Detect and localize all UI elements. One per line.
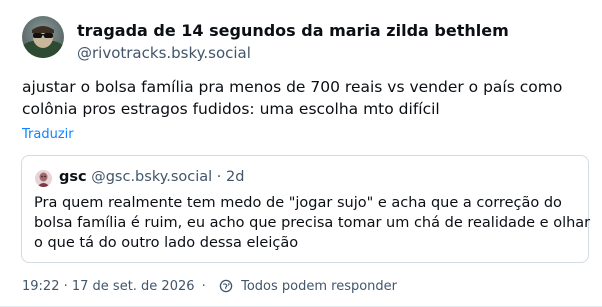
quoted-post[interactable]: gsc @gsc.bsky.social · 2d Pra quem realm…	[21, 155, 591, 263]
post-text-line: colônia pros estragos fudidos: uma escol…	[22, 100, 440, 118]
quote-author-name[interactable]: gsc	[59, 169, 87, 185]
post-text-line: ajustar o bolsa família pra menos de 700…	[22, 78, 563, 96]
quote-author-avatar[interactable]	[35, 170, 52, 187]
author-display-name[interactable]: tragada de 14 segundos da maria zilda be…	[77, 21, 509, 40]
quote-text-line: bolsa família é ruim, eu acho que precis…	[34, 215, 591, 231]
avatar-image	[22, 16, 64, 58]
quote-avatar-image	[35, 170, 52, 187]
footer-separator: ·	[201, 279, 206, 294]
globe-reply-icon	[219, 279, 233, 297]
post-text: ajustar o bolsa família pra menos de 700…	[22, 76, 592, 120]
reply-setting-label[interactable]: Todos podem responder	[241, 279, 397, 294]
author-handle[interactable]: @rivotracks.bsky.social	[77, 44, 251, 62]
quote-separator: ·	[216, 169, 222, 185]
quote-text-line: Pra quem realmente tem medo de "jogar su…	[34, 195, 562, 211]
quote-text: Pra quem realmente tem medo de "jogar su…	[34, 193, 591, 253]
translate-link[interactable]: Traduzir	[22, 127, 74, 142]
author-avatar[interactable]	[22, 16, 64, 58]
post-card: tragada de 14 segundos da maria zilda be…	[0, 0, 602, 307]
quote-text-line: o que tá do outro lado dessa eleição	[34, 235, 299, 251]
quote-time-ago[interactable]: 2d	[226, 169, 244, 185]
quote-author-handle[interactable]: @gsc.bsky.social	[91, 169, 212, 185]
post-timestamp[interactable]: 19:22 · 17 de set. de 2026	[22, 279, 195, 294]
post-footer: 19:22 · 17 de set. de 2026 · Todos podem…	[22, 279, 397, 297]
quote-header: gsc @gsc.bsky.social · 2d	[59, 169, 244, 185]
